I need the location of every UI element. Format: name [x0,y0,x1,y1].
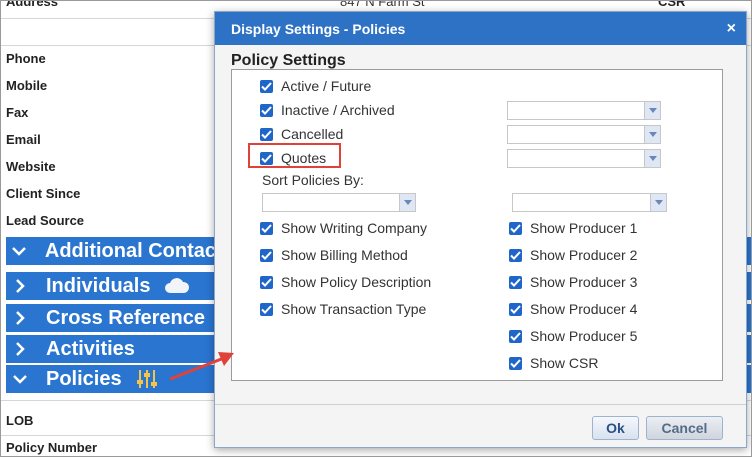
option-label: Active / Future [281,78,372,94]
option-show-producer-3[interactable]: Show Producer 3 [509,274,637,290]
annotation-arrow-icon [169,352,234,381]
sort-primary-select[interactable] [262,193,416,212]
policy-settings-panel: Active / Future Inactive / Archived Canc… [231,69,723,381]
section-additional-contacts[interactable]: Additional Contac [6,237,216,265]
option-label: Inactive / Archived [281,102,395,118]
option-inactive-archived[interactable]: Inactive / Archived [260,102,395,118]
option-label: Show Billing Method [281,247,408,263]
dropdown-arrow-icon[interactable] [644,126,660,143]
dropdown-arrow-icon[interactable] [644,150,660,167]
dialog-title-bar[interactable]: Display Settings - Policies × [215,12,746,45]
phone-label: Phone [6,51,46,66]
option-show-producer-5[interactable]: Show Producer 5 [509,328,637,344]
chevron-right-icon [6,341,34,357]
policy-settings-heading: Policy Settings [231,52,346,69]
cancelled-period-select[interactable] [507,125,661,144]
section-label: Individuals [46,274,151,297]
checkbox-checked-icon[interactable] [260,221,273,235]
checkbox-checked-icon[interactable] [260,302,273,316]
option-label: Show CSR [530,355,599,371]
option-show-transaction-type[interactable]: Show Transaction Type [260,301,426,317]
inactive-period-select[interactable] [507,101,661,120]
option-label: Show Producer 4 [530,301,638,317]
option-show-writing-company[interactable]: Show Writing Company [260,220,427,236]
option-label: Show Producer 3 [530,274,638,290]
policy-number-label: Policy Number [6,440,98,455]
checkbox-checked-icon[interactable] [509,221,522,235]
option-label: Show Transaction Type [281,301,427,317]
lob-label: LOB [6,413,34,428]
option-show-producer-2[interactable]: Show Producer 2 [509,247,637,263]
section-cross-reference[interactable]: Cross Reference [6,304,216,332]
dropdown-arrow-icon[interactable] [644,102,660,119]
footer-divider [215,404,746,405]
option-label: Show Policy Description [281,274,432,290]
chevron-down-icon [6,246,33,256]
option-label: Show Producer 1 [530,220,638,236]
checkbox-checked-icon[interactable] [260,151,273,165]
ok-button[interactable]: Ok [592,416,639,440]
cloud-icon[interactable] [164,278,190,294]
settings-sliders-icon[interactable] [136,367,160,391]
option-show-policy-description[interactable]: Show Policy Description [260,274,431,290]
display-settings-dialog: Display Settings - Policies × Policy Set… [214,11,747,448]
checkbox-checked-icon[interactable] [509,356,522,370]
option-label: Quotes [281,150,327,166]
dropdown-arrow-icon[interactable] [650,194,666,211]
email-label: Email [6,132,41,147]
option-label: Show Producer 2 [530,247,638,263]
address-value: 847 N Farm St [340,0,425,9]
section-label: Policies [46,367,122,390]
option-label: Show Writing Company [281,220,428,236]
quotes-period-select[interactable] [507,149,661,168]
website-label: Website [6,159,56,174]
option-show-csr[interactable]: Show CSR [509,355,598,371]
sort-policies-label: Sort Policies By: [262,172,364,188]
checkbox-checked-icon[interactable] [260,79,273,93]
dropdown-arrow-icon[interactable] [399,194,415,211]
cancel-button[interactable]: Cancel [646,416,723,440]
chevron-down-icon [6,374,34,384]
csr-label: CSR [658,0,686,9]
option-show-producer-1[interactable]: Show Producer 1 [509,220,637,236]
section-label: Activities [46,337,135,360]
option-active-future[interactable]: Active / Future [260,78,371,94]
checkbox-checked-icon[interactable] [509,302,522,316]
chevron-right-icon [6,278,34,294]
section-individuals[interactable]: Individuals [6,272,216,300]
mobile-label: Mobile [6,78,48,93]
lead-source-label: Lead Source [6,213,85,228]
checkbox-checked-icon[interactable] [260,103,273,117]
dialog-title: Display Settings - Policies [231,20,406,37]
option-cancelled[interactable]: Cancelled [260,126,343,142]
section-label: Cross Reference [46,306,205,329]
checkbox-checked-icon[interactable] [509,329,522,343]
checkbox-checked-icon[interactable] [260,248,273,262]
checkbox-checked-icon[interactable] [509,248,522,262]
fax-label: Fax [6,105,29,120]
option-show-producer-4[interactable]: Show Producer 4 [509,301,637,317]
sort-secondary-select[interactable] [512,193,667,212]
chevron-right-icon [6,310,34,326]
option-label: Show Producer 5 [530,328,638,344]
close-icon[interactable]: × [727,20,736,38]
section-label: Additional Contac [44,239,216,262]
option-quotes[interactable]: Quotes [260,150,326,166]
checkbox-checked-icon[interactable] [260,275,273,289]
option-label: Cancelled [281,126,344,142]
address-label: Address [6,0,59,9]
option-show-billing-method[interactable]: Show Billing Method [260,247,408,263]
checkbox-checked-icon[interactable] [260,127,273,141]
client-since-label: Client Since [6,186,81,201]
checkbox-checked-icon[interactable] [509,275,522,289]
